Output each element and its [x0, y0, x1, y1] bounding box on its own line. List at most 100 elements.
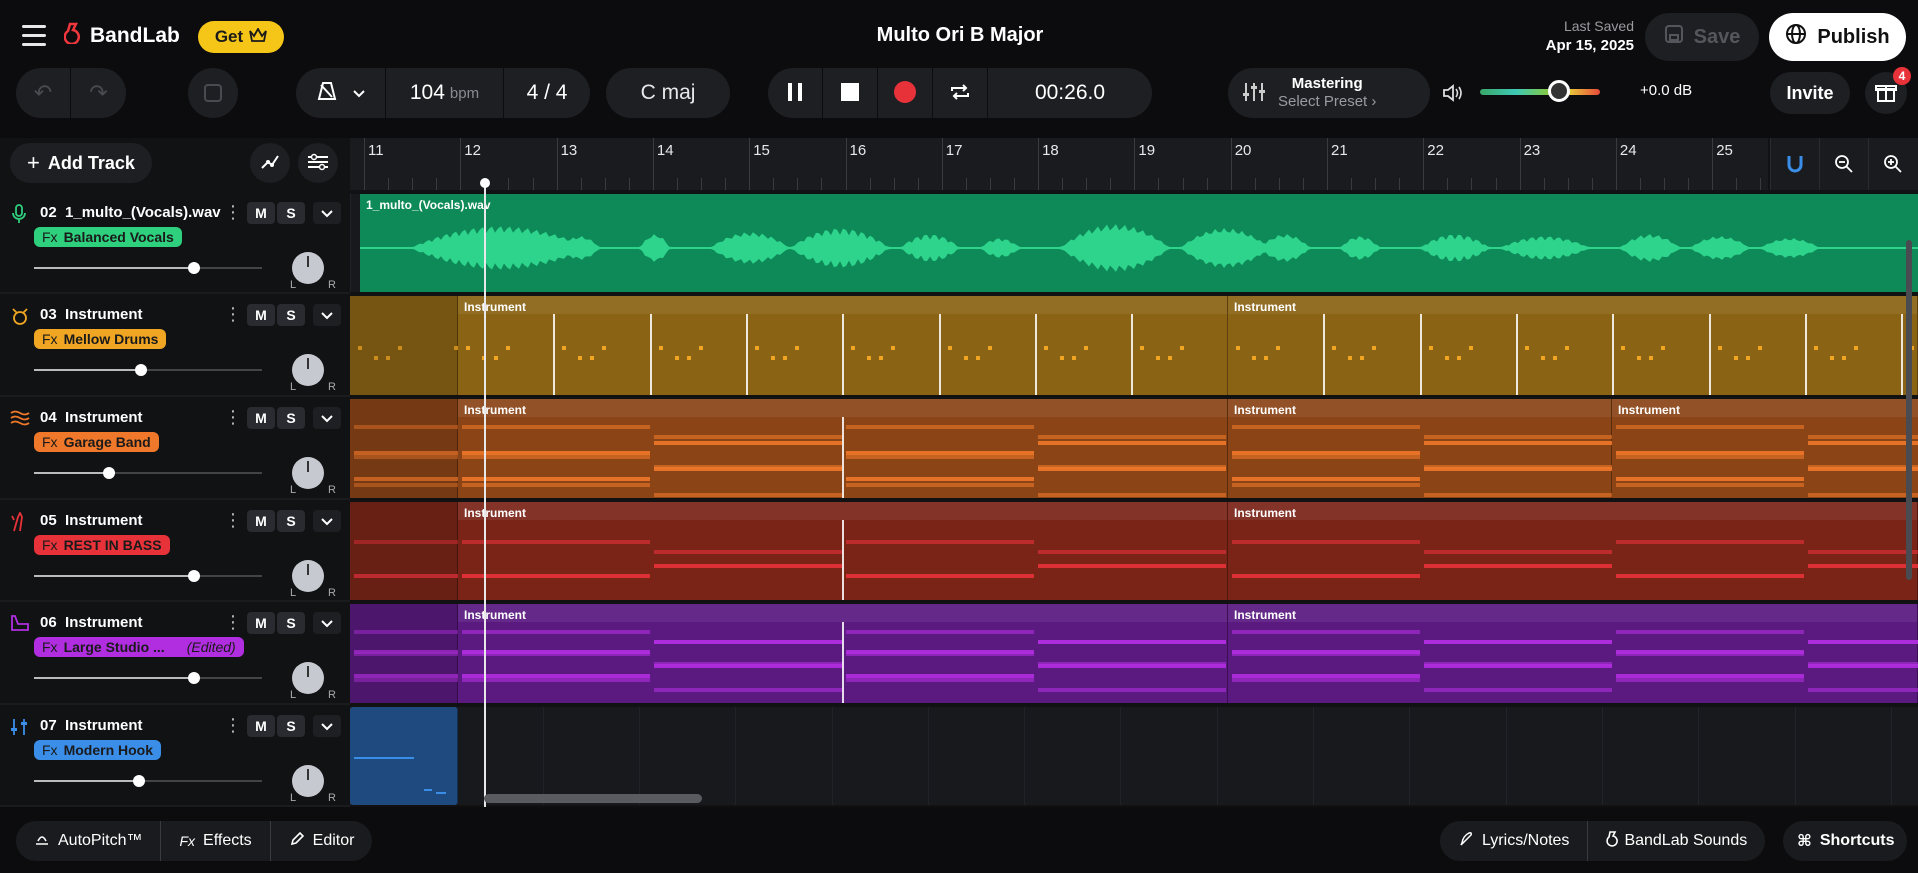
- invite-button[interactable]: Invite: [1770, 72, 1850, 114]
- solo-button[interactable]: S: [277, 715, 305, 737]
- mute-button[interactable]: M: [247, 202, 275, 224]
- pan-knob[interactable]: [292, 662, 324, 694]
- track-header[interactable]: 03 Instrument ⋮ M S Fx Mellow Drums L R: [0, 296, 350, 397]
- lyrics-notes-button[interactable]: Lyrics/Notes: [1440, 821, 1589, 861]
- zoom-out-icon[interactable]: [1819, 138, 1868, 190]
- metronome-button[interactable]: [296, 68, 386, 118]
- track-effect-chip[interactable]: Fx Mellow Drums: [34, 329, 167, 349]
- volume-handle[interactable]: [132, 775, 145, 787]
- mute-button[interactable]: M: [247, 304, 275, 326]
- record-button[interactable]: [878, 68, 933, 118]
- playhead[interactable]: [484, 180, 486, 808]
- midi-clip[interactable]: [350, 502, 542, 600]
- track-volume-slider[interactable]: [34, 467, 262, 479]
- track-lane[interactable]: Instrument Instrument Instrument: [350, 399, 1918, 500]
- tempo-field[interactable]: 104 bpm: [386, 68, 504, 118]
- track-name[interactable]: 07 Instrument: [40, 717, 143, 734]
- track-header[interactable]: 06 Instrument ⋮ M S Fx Large Studio ... (Edite…: [0, 604, 350, 705]
- publish-button[interactable]: Publish: [1769, 13, 1906, 61]
- track-settings-button[interactable]: [298, 143, 338, 183]
- menu-icon[interactable]: [22, 25, 46, 46]
- save-button[interactable]: Save: [1645, 13, 1759, 61]
- volume-handle[interactable]: [187, 262, 200, 274]
- track-header[interactable]: 07 Instrument ⋮ M S Fx Modern Hook L R: [0, 707, 350, 807]
- loop-button[interactable]: [933, 68, 988, 118]
- track-expand-button[interactable]: [313, 510, 341, 532]
- track-more-button[interactable]: ⋮: [224, 510, 242, 531]
- track-more-button[interactable]: ⋮: [224, 612, 242, 633]
- track-more-button[interactable]: ⋮: [224, 304, 242, 325]
- undo-button[interactable]: ↶: [16, 68, 71, 118]
- bandlab-logo[interactable]: BandLab: [63, 22, 180, 50]
- track-name[interactable]: 03 Instrument: [40, 306, 143, 323]
- midi-clip[interactable]: [350, 399, 542, 498]
- track-volume-slider[interactable]: [34, 672, 262, 684]
- pan-knob[interactable]: [292, 457, 324, 489]
- pause-button[interactable]: [768, 68, 823, 118]
- track-lane[interactable]: [350, 707, 1918, 807]
- time-signature-field[interactable]: 4 / 4: [504, 68, 590, 118]
- track-expand-button[interactable]: [313, 202, 341, 224]
- midi-clip[interactable]: Instrument: [458, 502, 1418, 600]
- mute-button[interactable]: M: [247, 715, 275, 737]
- stop-button[interactable]: [823, 68, 878, 118]
- midi-clip[interactable]: [350, 707, 458, 805]
- track-name[interactable]: 06 Instrument: [40, 614, 143, 631]
- pan-knob[interactable]: [292, 765, 324, 797]
- track-effect-chip[interactable]: Fx Garage Band: [34, 432, 159, 452]
- track-lane[interactable]: Instrument Instrument: [350, 604, 1918, 705]
- midi-clip[interactable]: [350, 604, 542, 703]
- track-name[interactable]: 04 Instrument: [40, 409, 143, 426]
- solo-button[interactable]: S: [277, 304, 305, 326]
- track-volume-slider[interactable]: [34, 775, 262, 787]
- pan-knob[interactable]: [292, 560, 324, 592]
- get-membership-button[interactable]: Get: [198, 21, 284, 53]
- midi-clip[interactable]: Instrument: [1228, 296, 1918, 395]
- redo-button[interactable]: ↷: [71, 68, 126, 118]
- audio-clip[interactable]: 1_multo_(Vocals).wav: [360, 194, 1918, 292]
- solo-button[interactable]: S: [277, 202, 305, 224]
- volume-icon[interactable]: [1442, 68, 1464, 118]
- snap-magnet-icon[interactable]: [1770, 138, 1819, 190]
- volume-handle[interactable]: [135, 364, 148, 376]
- track-more-button[interactable]: ⋮: [224, 202, 242, 223]
- volume-handle[interactable]: [187, 672, 200, 684]
- midi-clip[interactable]: [350, 296, 499, 395]
- pan-knob[interactable]: [292, 252, 324, 284]
- mastering-button[interactable]: Mastering Select Preset ›: [1228, 68, 1430, 118]
- track-effect-chip[interactable]: Fx REST IN BASS: [34, 535, 170, 555]
- add-track-button[interactable]: + Add Track: [10, 143, 152, 183]
- automation-button[interactable]: [250, 143, 290, 183]
- midi-clip[interactable]: Instrument: [458, 604, 1418, 703]
- track-more-button[interactable]: ⋮: [224, 407, 242, 428]
- track-header[interactable]: 05 Instrument ⋮ M S Fx REST IN BASS L R: [0, 502, 350, 602]
- track-lane[interactable]: 1_multo_(Vocals).wav: [350, 194, 1918, 294]
- solo-button[interactable]: S: [277, 510, 305, 532]
- volume-handle[interactable]: [103, 467, 116, 479]
- track-effect-chip[interactable]: Fx Balanced Vocals: [34, 227, 182, 247]
- mute-button[interactable]: M: [247, 612, 275, 634]
- track-lane[interactable]: Instrument Instrument: [350, 296, 1918, 397]
- track-expand-button[interactable]: [313, 715, 341, 737]
- track-name[interactable]: 02 1_multo_(Vocals).wav: [40, 204, 221, 221]
- loop-region-button[interactable]: [188, 68, 238, 118]
- bandlab-sounds-button[interactable]: BandLab Sounds: [1588, 821, 1765, 861]
- key-selector[interactable]: C maj: [606, 68, 730, 118]
- track-volume-slider[interactable]: [34, 570, 262, 582]
- project-title[interactable]: Multo Ori B Major: [760, 24, 1160, 47]
- timeline-ruler[interactable]: 11 12 13 14 15 16 17 18 19 20 21 22 23 24 25: [350, 138, 1786, 190]
- midi-clip[interactable]: Instrument: [1228, 502, 1918, 600]
- midi-clip[interactable]: Instrument: [1228, 399, 1612, 498]
- track-volume-slider[interactable]: [34, 364, 262, 376]
- autopitch-button[interactable]: AutoPitch™: [16, 821, 162, 861]
- midi-clip[interactable]: Instrument: [1228, 604, 1918, 703]
- midi-clip[interactable]: Instrument: [458, 399, 1418, 498]
- midi-clip[interactable]: Instrument: [458, 296, 1228, 395]
- track-lane[interactable]: Instrument Instrument: [350, 502, 1918, 602]
- track-effect-chip[interactable]: Fx Large Studio ... (Edited): [34, 637, 244, 657]
- volume-handle[interactable]: [187, 570, 200, 582]
- editor-button[interactable]: Editor: [271, 821, 373, 861]
- master-volume-slider[interactable]: [1480, 89, 1600, 95]
- track-volume-slider[interactable]: [34, 262, 262, 274]
- track-expand-button[interactable]: [313, 304, 341, 326]
